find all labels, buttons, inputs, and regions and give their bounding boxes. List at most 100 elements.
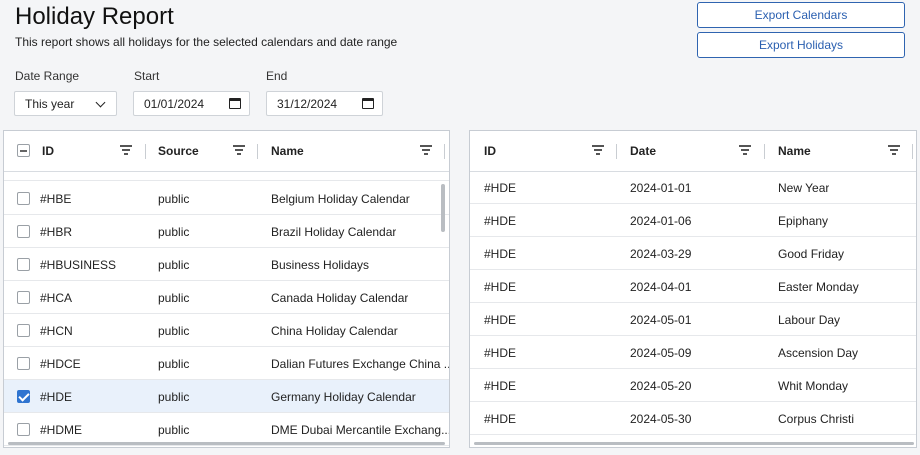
cell-id: #HBE — [40, 191, 72, 206]
cell-name: New Year — [778, 180, 830, 195]
filter-icon[interactable] — [420, 145, 432, 155]
filter-icon[interactable] — [120, 145, 132, 155]
cell-id: #HDE — [40, 389, 73, 404]
cell-source: public — [158, 356, 190, 371]
table-row[interactable]: #HDE public Germany Holiday Calendar — [4, 380, 449, 413]
cell-name: Germany Holiday Calendar — [271, 389, 416, 404]
cell-id: #HCA — [40, 290, 73, 305]
row-checkbox[interactable] — [17, 324, 30, 337]
cell-name: Belgium Holiday Calendar — [271, 191, 410, 206]
horizontal-scrollbar[interactable] — [474, 442, 914, 445]
cell-name: Easter Monday — [778, 279, 859, 294]
table-row[interactable]: #HDCE public Dalian Futures Exchange China… — [4, 347, 449, 380]
start-label: Start — [134, 69, 160, 83]
cell-date: 2024-03-29 — [630, 246, 692, 261]
export-calendars-button[interactable]: Export Calendars — [697, 2, 905, 28]
column-header-date[interactable]: Date — [630, 131, 656, 171]
cell-id: #HBR — [40, 224, 73, 239]
cell-name: Whit Monday — [778, 378, 849, 393]
grid-header: ID Source Name — [4, 131, 449, 172]
horizontal-scrollbar[interactable] — [8, 442, 445, 445]
partial-row — [4, 172, 449, 181]
cell-id: #HDE — [484, 246, 517, 261]
cell-date: 2024-05-09 — [630, 345, 692, 360]
cell-date: 2024-05-01 — [630, 312, 692, 327]
cell-id: #HDE — [484, 213, 517, 228]
cell-id: #HDE — [484, 345, 517, 360]
date-range-select[interactable]: This year — [14, 91, 117, 116]
cell-name: China Holiday Calendar — [271, 323, 398, 338]
row-checkbox[interactable] — [17, 357, 30, 370]
row-checkbox[interactable] — [17, 423, 30, 436]
cell-id: #HDE — [484, 180, 517, 195]
calendar-icon[interactable] — [362, 98, 374, 109]
cell-id: #HDCE — [40, 356, 81, 371]
cell-name: Labour Day — [778, 312, 841, 327]
select-all-checkbox[interactable] — [17, 144, 30, 157]
holidays-grid: ID Date Name #HDE 2024-01-01 New Year #HDE 2… — [469, 130, 917, 448]
cell-name: Corpus Christi — [778, 411, 855, 426]
table-row[interactable]: #HDE 2024-05-30 Corpus Christi — [470, 402, 916, 435]
calendars-grid: ID Source Name #HBE public Belgium Holiday… — [3, 130, 450, 448]
table-row[interactable]: #HDE 2024-05-09 Ascension Day — [470, 336, 916, 369]
column-separator[interactable] — [764, 144, 765, 159]
cell-name: Business Holidays — [271, 257, 370, 272]
column-separator[interactable] — [616, 144, 617, 159]
date-range-value: This year — [25, 96, 75, 111]
cell-id: #HCN — [40, 323, 73, 338]
cell-date: 2024-04-01 — [630, 279, 692, 294]
column-header-id[interactable]: ID — [42, 131, 54, 171]
cell-name: Canada Holiday Calendar — [271, 290, 409, 305]
filter-icon[interactable] — [233, 145, 245, 155]
calendar-icon[interactable] — [229, 98, 241, 109]
cell-source: public — [158, 257, 190, 272]
table-row[interactable]: #HBE public Belgium Holiday Calendar — [4, 182, 449, 215]
filter-icon[interactable] — [739, 145, 751, 155]
cell-name: Epiphany — [778, 213, 829, 228]
table-row[interactable]: #HDE 2024-03-29 Good Friday — [470, 237, 916, 270]
cell-source: public — [158, 290, 190, 305]
table-row[interactable]: #HBUSINESS public Business Holidays — [4, 248, 449, 281]
start-date-input[interactable]: 01/01/2024 — [133, 91, 250, 116]
cell-name: Dalian Futures Exchange China ... — [271, 356, 450, 371]
column-separator[interactable] — [912, 144, 913, 159]
table-row[interactable]: #HCA public Canada Holiday Calendar — [4, 281, 449, 314]
page-title: Holiday Report — [15, 3, 174, 30]
row-checkbox[interactable] — [17, 291, 30, 304]
cell-date: 2024-01-06 — [630, 213, 692, 228]
row-checkbox[interactable] — [17, 258, 30, 271]
cell-source: public — [158, 323, 190, 338]
row-checkbox[interactable] — [17, 225, 30, 238]
table-row[interactable]: #HDE 2024-05-01 Labour Day — [470, 303, 916, 336]
cell-id: #HDE — [484, 411, 517, 426]
table-row[interactable]: #HDE 2024-01-06 Epiphany — [470, 204, 916, 237]
column-separator[interactable] — [257, 144, 258, 159]
cell-date: 2024-01-01 — [630, 180, 692, 195]
column-header-name[interactable]: Name — [778, 131, 811, 171]
row-checkbox[interactable] — [17, 390, 30, 403]
cell-date: 2024-05-20 — [630, 378, 692, 393]
column-header-id[interactable]: ID — [484, 131, 496, 171]
table-row[interactable]: #HDE 2024-04-01 Easter Monday — [470, 270, 916, 303]
cell-source: public — [158, 389, 190, 404]
end-date-value: 31/12/2024 — [277, 96, 338, 111]
column-header-name[interactable]: Name — [271, 131, 304, 171]
cell-source: public — [158, 191, 190, 206]
table-row[interactable]: #HCN public China Holiday Calendar — [4, 314, 449, 347]
table-row[interactable]: #HDE 2024-05-20 Whit Monday — [470, 369, 916, 402]
filter-icon[interactable] — [592, 145, 604, 155]
chevron-down-icon — [95, 97, 106, 108]
column-header-source[interactable]: Source — [158, 131, 199, 171]
column-separator[interactable] — [444, 144, 445, 159]
page-subtitle: This report shows all holidays for the s… — [15, 35, 398, 49]
cell-name: Ascension Day — [778, 345, 859, 360]
vertical-scrollbar[interactable] — [441, 184, 445, 232]
table-row[interactable]: #HDE 2024-01-01 New Year — [470, 171, 916, 204]
filter-icon[interactable] — [888, 145, 900, 155]
column-separator[interactable] — [145, 144, 146, 159]
table-row[interactable]: #HBR public Brazil Holiday Calendar — [4, 215, 449, 248]
row-checkbox[interactable] — [17, 192, 30, 205]
export-holidays-button[interactable]: Export Holidays — [697, 32, 905, 58]
end-date-input[interactable]: 31/12/2024 — [266, 91, 383, 116]
cell-name: Good Friday — [778, 246, 845, 261]
